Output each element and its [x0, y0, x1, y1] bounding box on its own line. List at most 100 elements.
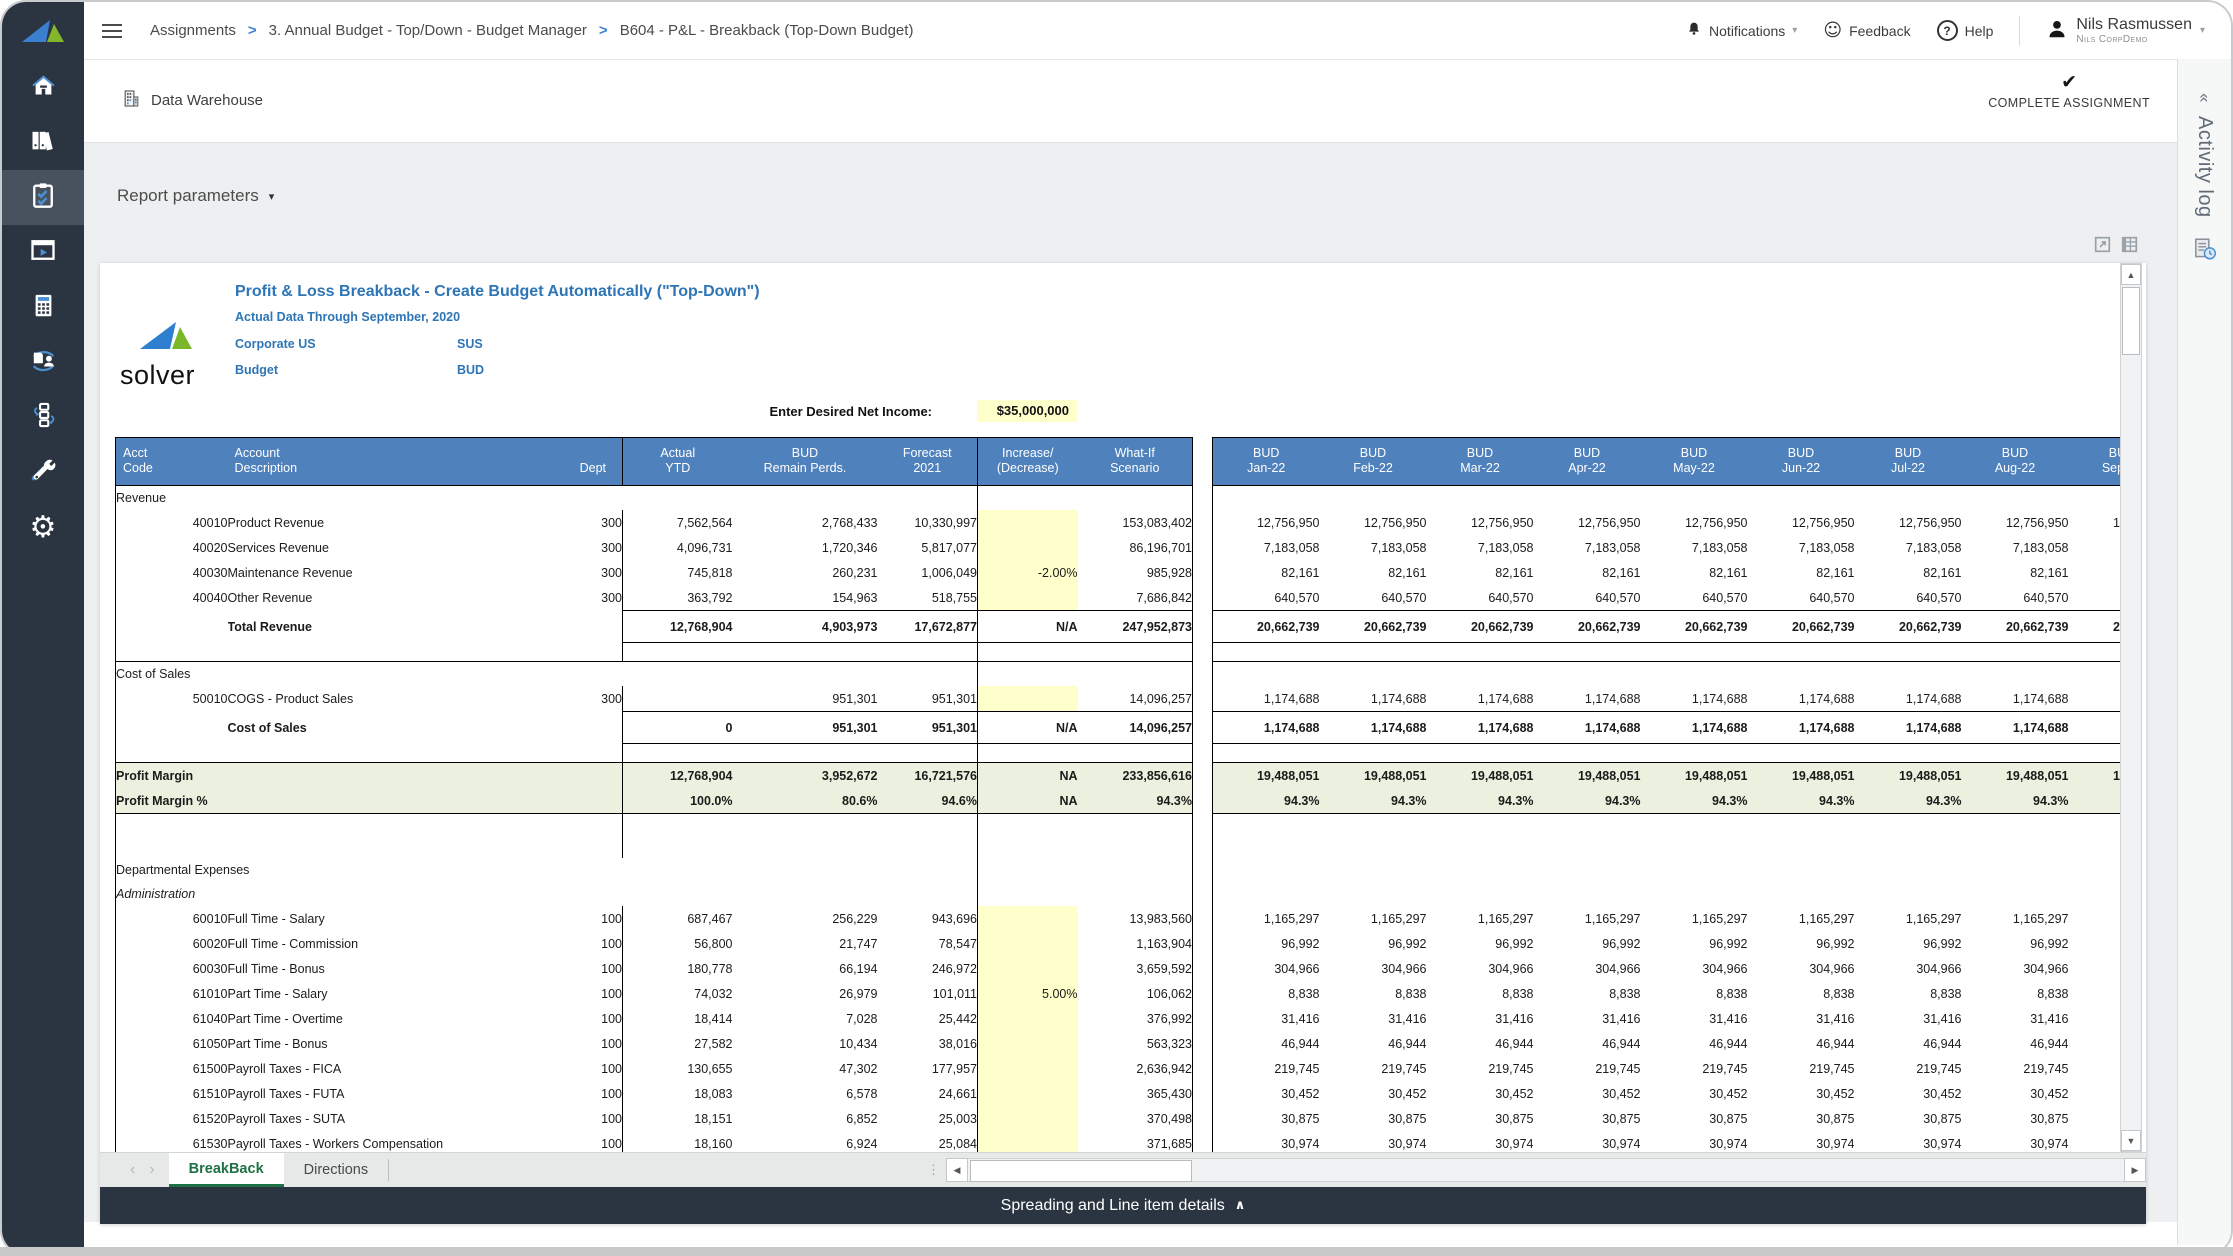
sidebar-item-tools[interactable] [2, 445, 84, 500]
table-cell [2069, 858, 2121, 882]
column-header: BUD [1319, 437, 1427, 460]
sidebar-item-process[interactable] [2, 390, 84, 445]
table-cell [1534, 858, 1641, 882]
help-button[interactable]: ? Help [1936, 20, 1994, 41]
table-cell: 61510 [115, 1081, 228, 1106]
sidebar-item-settings[interactable]: ⚙ [2, 500, 84, 555]
table-cell: 61500 [115, 1056, 228, 1081]
sidebar-item-home[interactable] [2, 60, 84, 115]
table-cell: 219,745 [1916, 1061, 1962, 1076]
table-cell: 19,488,051 [1640, 762, 1748, 788]
increase-input-cell[interactable] [977, 535, 1078, 560]
table-cell: 1,165,297 [1905, 911, 1962, 926]
column-header: BUD [1854, 437, 1962, 460]
table-cell [1077, 882, 1193, 906]
sidebar-item-assignments[interactable] [2, 170, 84, 225]
table-cell: 370,498 [1077, 1106, 1193, 1131]
table-cell [1962, 486, 2069, 511]
column-header: BUD [1747, 437, 1855, 460]
breadcrumb-item[interactable]: B604 - P&L - Breakback (Top-Down Budget) [620, 22, 914, 39]
data-warehouse-link[interactable]: Data Warehouse [122, 89, 263, 112]
table-cell: 1,174,688 [1640, 711, 1748, 744]
breadcrumb-item[interactable]: Assignments [150, 22, 236, 39]
net-income-input[interactable]: $35,000,000 [977, 400, 1077, 422]
table-row: 40020 Services Revenue 300 4,096,731 1,720,3… [115, 535, 2120, 560]
main-area: Assignments >3. Annual Budget - Top/Down … [84, 2, 2231, 1254]
vertical-scrollbar-thumb[interactable] [2122, 287, 2140, 355]
column-header: Jan-22 [1212, 460, 1320, 486]
tab-next-icon[interactable]: › [149, 1161, 154, 1179]
increase-input-cell[interactable] [977, 906, 1078, 931]
scroll-down-icon[interactable]: ▼ [2121, 1130, 2141, 1151]
open-in-window-icon[interactable] [2094, 236, 2111, 253]
spreadsheet-viewport: solver Profit & Loss Breakback - Create … [100, 263, 2120, 1152]
sidebar-item-data-collaboration[interactable] [2, 335, 84, 390]
table-cell [1320, 486, 1427, 511]
activity-log-collapse-icon[interactable]: « [2195, 93, 2215, 102]
table-cell: 304,966 [1212, 956, 1320, 981]
increase-input-cell[interactable] [977, 510, 1078, 535]
table-cell: 304,966 [1595, 961, 1641, 976]
horizontal-scrollbar-thumb[interactable] [970, 1160, 1192, 1182]
activity-log-label[interactable]: Activity log [2193, 116, 2216, 218]
increase-input-cell[interactable] [977, 931, 1078, 956]
table-cell [877, 642, 978, 662]
increase-input-cell[interactable] [977, 1031, 1078, 1056]
table-cell: 82,161 [1495, 565, 1534, 580]
activity-log-icon[interactable] [2192, 236, 2218, 267]
table-row: 61050 Part Time - Bonus 100 27,582 10,434 38,… [115, 1031, 2121, 1056]
scroll-left-icon[interactable]: ◀ [946, 1158, 968, 1182]
table-cell [1855, 643, 1962, 662]
grid-view-icon[interactable] [2121, 236, 2138, 253]
table-cell: 12,768,904 [622, 762, 733, 788]
table-cell: Services Revenue [227, 540, 329, 555]
scrollbar-grip-icon[interactable]: ⋮ [921, 1162, 946, 1178]
increase-input-cell[interactable] [977, 1006, 1078, 1031]
column-header: Remain Perds. [732, 460, 878, 486]
user-menu[interactable]: Nils Rasmussen Nils CorpDemo ▾ [2046, 16, 2205, 45]
sheet-tab-breakback[interactable]: BreakBack [168, 1153, 284, 1187]
hamburger-menu-icon[interactable] [102, 20, 122, 42]
complete-assignment-button[interactable]: ✔ COMPLETE ASSIGNMENT [1988, 71, 2150, 110]
scroll-up-icon[interactable]: ▲ [2121, 264, 2141, 285]
sidebar-item-report-player[interactable] [2, 225, 84, 280]
spreading-details-toggle[interactable]: Spreading and Line item details ∧ [100, 1187, 2146, 1224]
notifications-button[interactable]: Notifications ▾ [1686, 20, 1797, 41]
column-header: Jul-22 [1854, 460, 1962, 486]
sheet-tab-directions[interactable]: Directions [284, 1153, 388, 1187]
horizontal-scrollbar[interactable]: ◀ ▶ [946, 1158, 2146, 1182]
table-cell: Administration [115, 882, 623, 906]
breadcrumb-item[interactable]: 3. Annual Budget - Top/Down - Budget Man… [269, 22, 587, 39]
table-cell [1320, 744, 1427, 763]
increase-input-cell[interactable] [977, 1131, 1078, 1152]
sidebar-item-calculator[interactable] [2, 280, 84, 335]
vertical-scrollbar[interactable]: ▲ ▼ [2120, 263, 2142, 1152]
increase-input-cell[interactable] [977, 1081, 1078, 1106]
table-cell: 78,547 [877, 931, 978, 956]
table-cell: 100 [562, 906, 623, 931]
horizontal-scrollbar-track[interactable] [968, 1158, 2124, 1182]
data-warehouse-label: Data Warehouse [151, 92, 264, 109]
table-cell: 1,165,297 [1212, 906, 1320, 931]
increase-input-cell[interactable]: -2.00% [977, 560, 1078, 585]
table-cell: 20,662,739 [2068, 610, 2120, 643]
solver-logo-icon[interactable] [2, 2, 84, 60]
table-cell [1193, 744, 1213, 763]
table-cell [978, 643, 1078, 662]
column-header: BUD [1961, 437, 2069, 460]
help-label: Help [1964, 22, 1994, 39]
sidebar-item-binders[interactable] [2, 115, 84, 170]
increase-input-cell[interactable]: 5.00% [977, 981, 1078, 1006]
increase-input-cell[interactable] [977, 686, 1078, 712]
report-parameters-toggle[interactable]: Report parameters ▾ [117, 186, 274, 206]
increase-input-cell[interactable] [977, 1106, 1078, 1131]
table-cell: 1,174,688 [1747, 711, 1855, 744]
feedback-button[interactable]: ☺ Feedback [1823, 20, 1910, 41]
table-cell [1427, 643, 1534, 662]
increase-input-cell[interactable] [977, 1056, 1078, 1081]
increase-input-cell[interactable] [977, 956, 1078, 981]
tab-prev-icon[interactable]: ‹ [130, 1161, 135, 1179]
scroll-right-icon[interactable]: ▶ [2124, 1158, 2146, 1182]
table-cell: 20,662,739 [1961, 610, 2069, 643]
increase-input-cell[interactable] [977, 585, 1078, 611]
